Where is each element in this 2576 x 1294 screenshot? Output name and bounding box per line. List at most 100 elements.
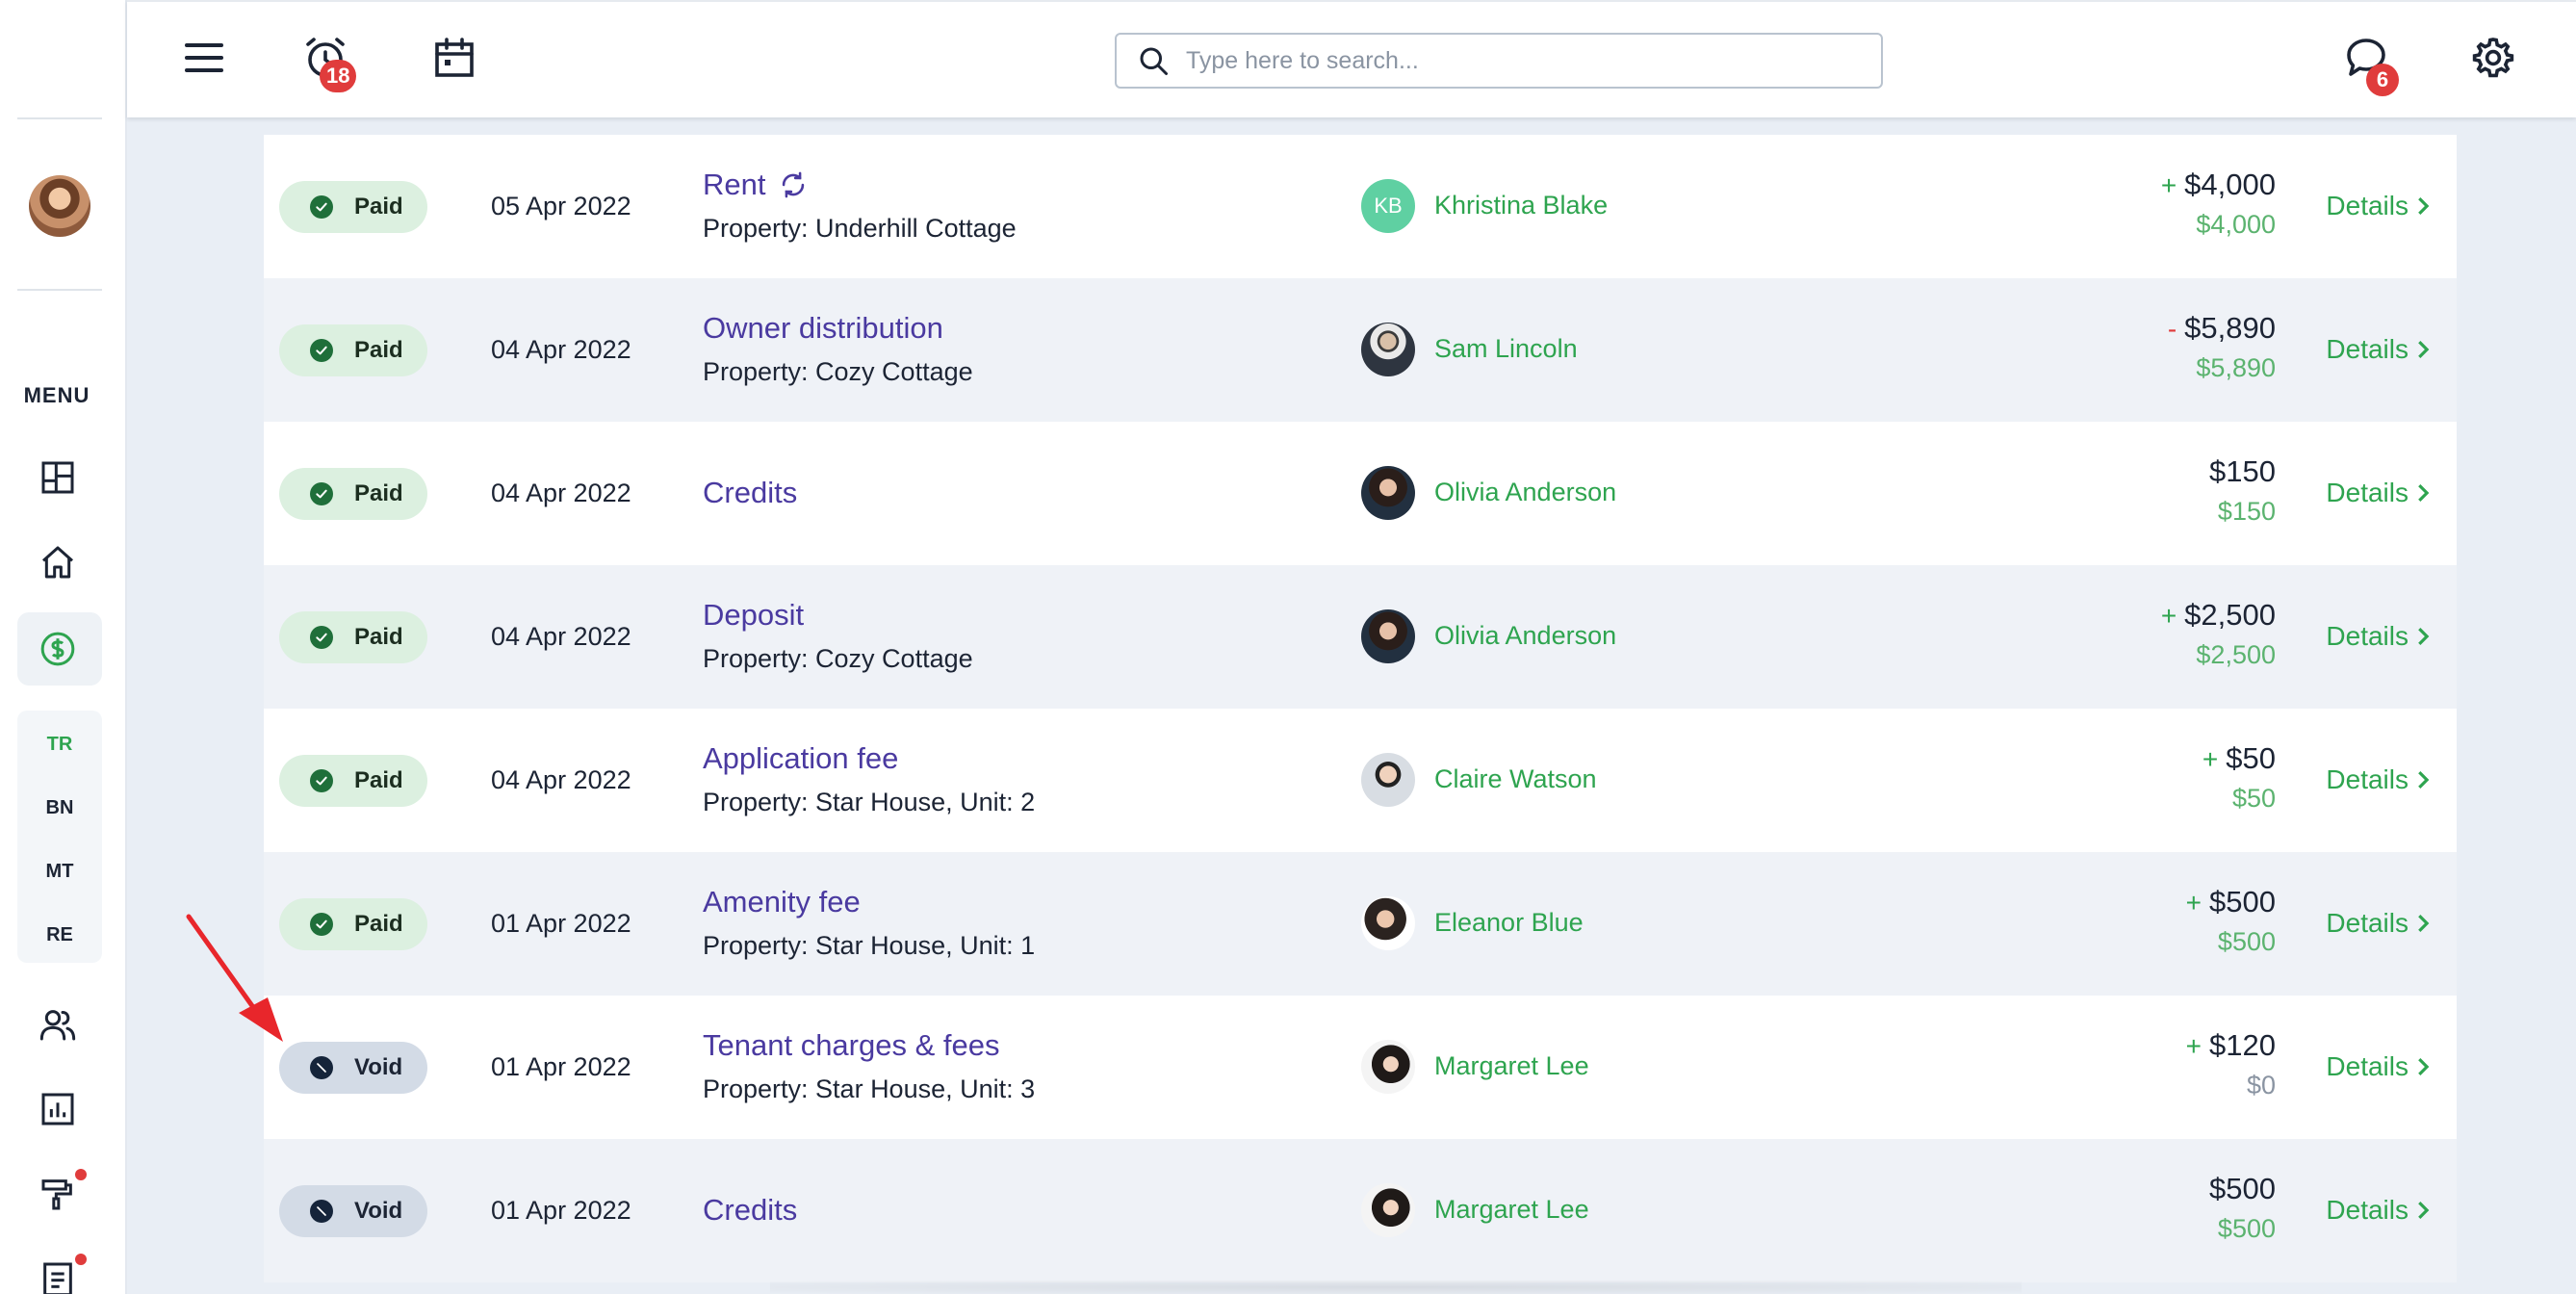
transaction-date: 01 Apr 2022 xyxy=(491,909,631,938)
search-bar[interactable] xyxy=(1115,33,1883,89)
person-link[interactable]: Eleanor Blue xyxy=(1434,908,1584,938)
amount-cell: + $500 $500 xyxy=(2186,885,2276,957)
status-label: Void xyxy=(354,1054,403,1080)
check-icon xyxy=(310,195,333,219)
table-row[interactable]: Paid 04 Apr 2022 Deposit Property: Cozy … xyxy=(264,565,2457,709)
table-row[interactable]: Paid 04 Apr 2022 Application fee Propert… xyxy=(264,709,2457,852)
person-link[interactable]: Margaret Lee xyxy=(1434,1051,1589,1081)
avatar xyxy=(1361,609,1415,663)
sidebar-divider xyxy=(17,117,102,119)
status-badge: Paid xyxy=(279,324,427,376)
submenu-item-bn[interactable]: BN xyxy=(17,797,102,819)
hamburger-menu-icon[interactable] xyxy=(177,31,231,85)
menu-label: MENU xyxy=(23,383,90,407)
details-label: Details xyxy=(2326,478,2409,507)
home-icon[interactable] xyxy=(35,539,81,585)
amount-value: $150 xyxy=(2209,454,2276,488)
details-label: Details xyxy=(2326,908,2409,938)
person-link[interactable]: Sam Lincoln xyxy=(1434,334,1578,364)
transaction-title-text[interactable]: Rent xyxy=(703,168,765,202)
property-label: Property: Star House, Unit: 3 xyxy=(703,1074,1036,1103)
table-row[interactable]: Paid 05 Apr 2022 Rent Property: Underhil… xyxy=(264,135,2457,278)
table-row[interactable]: Paid 04 Apr 2022 Credits Olivia Anderson… xyxy=(264,422,2457,565)
maintenance-icon[interactable] xyxy=(35,1171,81,1217)
users-icon[interactable] xyxy=(35,1001,81,1048)
amount-value: $500 xyxy=(2209,885,2276,919)
alerts-count-badge: 18 xyxy=(320,60,357,92)
transaction-title[interactable]: Credits xyxy=(703,1193,797,1228)
transaction-title[interactable]: Amenity fee xyxy=(703,885,861,919)
status-label: Paid xyxy=(354,624,403,650)
status-label: Paid xyxy=(354,480,403,506)
search-input[interactable] xyxy=(1186,46,1841,75)
paid-amount: $500 xyxy=(2217,1214,2276,1243)
amount-sign: + xyxy=(2160,170,2177,200)
person-link[interactable]: Margaret Lee xyxy=(1434,1195,1589,1225)
transaction-date: 01 Apr 2022 xyxy=(491,1052,631,1081)
chevron-right-icon xyxy=(2418,484,2430,502)
dollar-icon[interactable] xyxy=(35,626,81,672)
details-link[interactable]: Details xyxy=(2326,334,2432,365)
person-link[interactable]: Khristina Blake xyxy=(1434,191,1608,220)
paid-amount: $150 xyxy=(2217,497,2276,526)
property-label: Property: Cozy Cottage xyxy=(703,357,973,386)
details-label: Details xyxy=(2326,334,2409,364)
table-row[interactable]: Paid 01 Apr 2022 Amenity fee Property: S… xyxy=(264,852,2457,996)
details-link[interactable]: Details xyxy=(2326,1051,2432,1082)
submenu-item-tr[interactable]: TR xyxy=(17,734,102,756)
documents-icon[interactable] xyxy=(35,1255,81,1294)
details-link[interactable]: Details xyxy=(2326,1195,2432,1226)
transaction-title[interactable]: Tenant charges & fees xyxy=(703,1028,999,1063)
amount-value: $50 xyxy=(2226,741,2276,775)
amount-cell: $150 $150 xyxy=(2209,454,2276,527)
avatar xyxy=(1361,1183,1415,1237)
status-label: Paid xyxy=(354,911,403,937)
void-icon xyxy=(310,1200,333,1223)
details-link[interactable]: Details xyxy=(2326,764,2432,795)
status-badge: Paid xyxy=(279,181,427,233)
submenu-item-mt[interactable]: MT xyxy=(17,861,102,883)
status-badge: Paid xyxy=(279,898,427,950)
table-row[interactable]: Void 01 Apr 2022 Tenant charges & fees P… xyxy=(264,996,2457,1139)
status-badge: Void xyxy=(279,1185,427,1237)
amount-sign: + xyxy=(2160,601,2177,631)
chevron-right-icon xyxy=(2418,341,2430,358)
details-link[interactable]: Details xyxy=(2326,908,2432,939)
amount-cell: + $2,500 $2,500 xyxy=(2161,598,2276,670)
gear-icon[interactable] xyxy=(2466,31,2520,85)
details-link[interactable]: Details xyxy=(2326,621,2432,652)
amount-cell: + $50 $50 xyxy=(2202,741,2276,814)
person-link[interactable]: Olivia Anderson xyxy=(1434,621,1616,651)
maintenance-notification-dot xyxy=(75,1169,87,1180)
transaction-title[interactable]: Owner distribution xyxy=(703,311,943,346)
status-label: Paid xyxy=(354,337,403,363)
messages-count-badge: 6 xyxy=(2366,64,2399,96)
check-icon xyxy=(310,913,333,936)
submenu-item-re[interactable]: RE xyxy=(17,924,102,946)
transaction-title[interactable]: Application fee xyxy=(703,741,898,776)
dashboard-icon[interactable] xyxy=(35,454,81,501)
sidebar: MENU TR BN MT RE xyxy=(0,0,127,1294)
avatar: KB xyxy=(1361,179,1415,233)
reports-icon[interactable] xyxy=(35,1086,81,1132)
transaction-title[interactable]: Credits xyxy=(703,476,797,510)
transaction-title[interactable]: Deposit xyxy=(703,598,804,633)
calendar-icon[interactable] xyxy=(427,31,481,85)
details-label: Details xyxy=(2326,1195,2409,1225)
details-link[interactable]: Details xyxy=(2326,478,2432,508)
paid-amount: $5,890 xyxy=(2196,353,2276,382)
details-link[interactable]: Details xyxy=(2326,191,2432,221)
documents-notification-dot xyxy=(75,1254,87,1265)
check-icon xyxy=(310,339,333,362)
person-link[interactable]: Olivia Anderson xyxy=(1434,478,1616,507)
user-avatar[interactable] xyxy=(29,175,90,237)
property-label: Property: Underhill Cottage xyxy=(703,214,1017,243)
person-link[interactable]: Claire Watson xyxy=(1434,764,1597,794)
table-row[interactable]: Void 01 Apr 2022 Credits Margaret Lee $5… xyxy=(264,1139,2457,1282)
transaction-title[interactable]: Rent xyxy=(703,168,810,202)
property-label: Property: Cozy Cottage xyxy=(703,644,973,673)
annotation-arrow-icon xyxy=(186,914,283,1042)
transaction-date: 04 Apr 2022 xyxy=(491,765,631,794)
amount-sign: - xyxy=(2167,314,2177,344)
table-row[interactable]: Paid 04 Apr 2022 Owner distribution Prop… xyxy=(264,278,2457,422)
